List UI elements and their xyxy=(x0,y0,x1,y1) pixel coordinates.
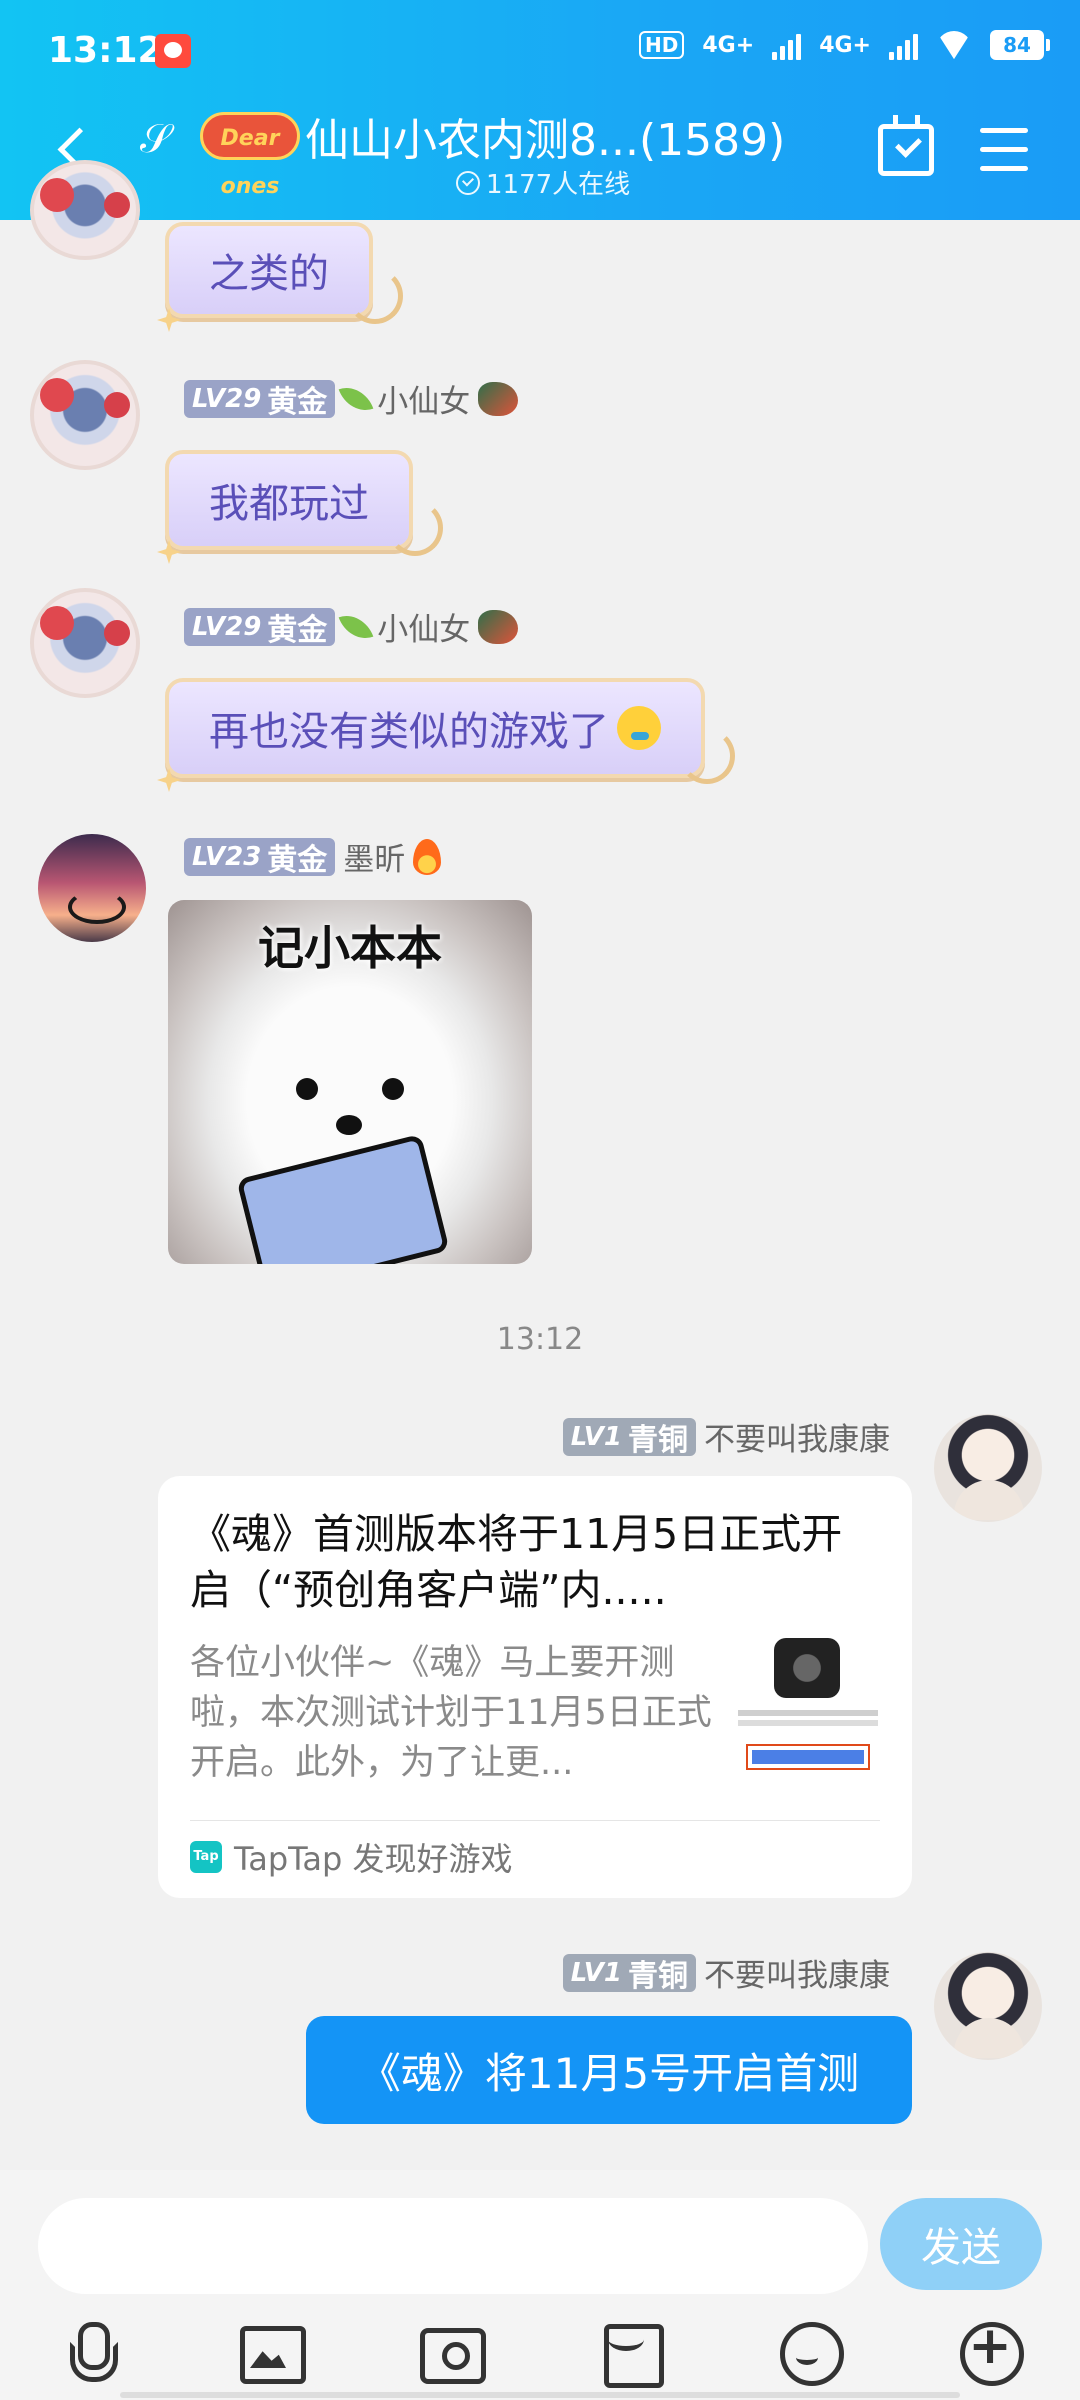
message-bubble-own[interactable]: 《魂》将11月5号开启首测 xyxy=(306,2016,912,2124)
message-bubble[interactable]: 我都玩过 xyxy=(165,450,443,556)
signal-icon-2 xyxy=(889,30,918,60)
notepad-drawing xyxy=(236,1133,450,1264)
fire-icon xyxy=(413,838,442,875)
card-source-label: TapTap 发现好游戏 xyxy=(234,1840,513,1878)
photo-icon[interactable] xyxy=(238,2320,306,2384)
online-count-label: 1177人在线 xyxy=(486,170,631,200)
card-source: Tap TapTap 发现好游戏 xyxy=(190,1834,513,1880)
status-indicators: HD 4G+ 4G+ 84 xyxy=(639,30,1050,60)
dog-nose xyxy=(336,1115,362,1135)
avatar[interactable] xyxy=(30,360,140,470)
ear-icon[interactable]: 𝒮 xyxy=(140,116,180,166)
group-logo: Dear ones xyxy=(200,112,300,199)
card-thumbnail xyxy=(738,1638,878,1788)
sender-meta: LV1 青铜 不要叫我康康 xyxy=(562,1414,890,1459)
menu-icon[interactable] xyxy=(980,128,1028,172)
send-button[interactable]: 发送 xyxy=(880,2198,1042,2290)
message-text: 再也没有类似的游戏了 xyxy=(209,709,609,755)
calendar-check-icon[interactable] xyxy=(878,115,934,176)
sender-meta: LV23 黄金 墨昕 xyxy=(184,834,442,879)
thumbnail-button xyxy=(746,1744,870,1770)
camera-icon[interactable] xyxy=(418,2320,486,2384)
level-badge: LV23 黄金 xyxy=(184,837,336,878)
sticker-image[interactable]: 记小本本 xyxy=(168,900,532,1264)
input-toolbar xyxy=(0,2316,1080,2400)
input-bar: 发送 xyxy=(0,2170,1080,2400)
sticker-caption: 记小本本 xyxy=(258,921,442,975)
signal-icon xyxy=(772,30,802,60)
dragon-icon xyxy=(478,609,519,644)
leaf-icon xyxy=(338,379,374,418)
thumbnail-text-lines xyxy=(738,1710,878,1716)
status-time: 13:12 xyxy=(48,30,163,71)
avatar[interactable] xyxy=(30,588,140,698)
avatar[interactable] xyxy=(30,160,140,260)
level-badge: LV1 青铜 xyxy=(562,1953,696,1994)
dog-eye xyxy=(382,1078,404,1100)
sender-name[interactable]: 小仙女 xyxy=(377,604,470,649)
hd-icon: HD xyxy=(639,31,685,59)
level-badge: LV29 黄金 xyxy=(184,607,336,648)
card-description: 各位小伙伴~《魂》马上要开测啦，本次测试计划于11月5日正式开启。此外，为了让更… xyxy=(190,1643,712,1783)
game-logo-icon xyxy=(774,1638,840,1698)
status-bar: 13:12 HD 4G+ 4G+ 84 xyxy=(0,0,1080,100)
sender-name[interactable]: 墨昕 xyxy=(343,834,405,879)
online-check-icon xyxy=(456,170,480,195)
sender-name[interactable]: 小仙女 xyxy=(377,376,470,421)
online-count: 1177人在线 xyxy=(456,164,630,201)
taptap-icon: Tap xyxy=(190,1841,222,1873)
card-title: 《魂》首测版本将于11月5日正式开启（“预创角客户端”内..... xyxy=(190,1510,843,1614)
message-timestamp: 13:12 xyxy=(496,1322,584,1357)
network-label-2: 4G+ xyxy=(819,32,871,58)
mic-icon[interactable] xyxy=(58,2320,122,2384)
sender-name[interactable]: 不要叫我康康 xyxy=(704,1950,890,1995)
dragon-icon xyxy=(478,381,519,416)
home-indicator xyxy=(120,2392,960,2398)
avatar[interactable] xyxy=(38,834,146,942)
sender-meta: LV29 黄金 小仙女 xyxy=(184,376,519,421)
avatar[interactable] xyxy=(934,1952,1042,2060)
notification-app-icon xyxy=(155,34,191,68)
sweat-emoji-icon xyxy=(617,706,661,750)
group-title[interactable]: 仙山小农内测8...(1589) xyxy=(305,104,785,168)
leaf-icon xyxy=(338,607,374,646)
message-input[interactable] xyxy=(38,2198,868,2294)
level-badge: LV1 青铜 xyxy=(562,1417,696,1458)
message-bubble[interactable]: 之类的 xyxy=(165,222,403,324)
sender-name[interactable]: 不要叫我康康 xyxy=(704,1414,890,1459)
sender-meta: LV1 青铜 不要叫我康康 xyxy=(562,1950,890,1995)
emoji-icon[interactable] xyxy=(778,2320,844,2386)
divider xyxy=(190,1820,880,1821)
dog-eye xyxy=(296,1078,318,1100)
level-badge: LV29 黄金 xyxy=(184,379,336,420)
plus-icon[interactable] xyxy=(958,2316,1024,2386)
avatar[interactable] xyxy=(934,1414,1042,1522)
link-card[interactable]: 《魂》首测版本将于11月5日正式开启（“预创角客户端”内..... 各位小伙伴~… xyxy=(158,1476,912,1898)
sender-meta: LV29 黄金 小仙女 xyxy=(184,604,519,649)
network-label-1: 4G+ xyxy=(702,32,755,58)
chat-header: 13:12 HD 4G+ 4G+ 84 𝒮 Dear ones 仙山小农内测8.… xyxy=(0,0,1080,220)
message-bubble[interactable]: 再也没有类似的游戏了 xyxy=(165,678,735,784)
wifi-icon xyxy=(936,31,972,59)
battery-icon: 84 xyxy=(990,30,1050,60)
red-packet-icon[interactable] xyxy=(598,2320,664,2388)
